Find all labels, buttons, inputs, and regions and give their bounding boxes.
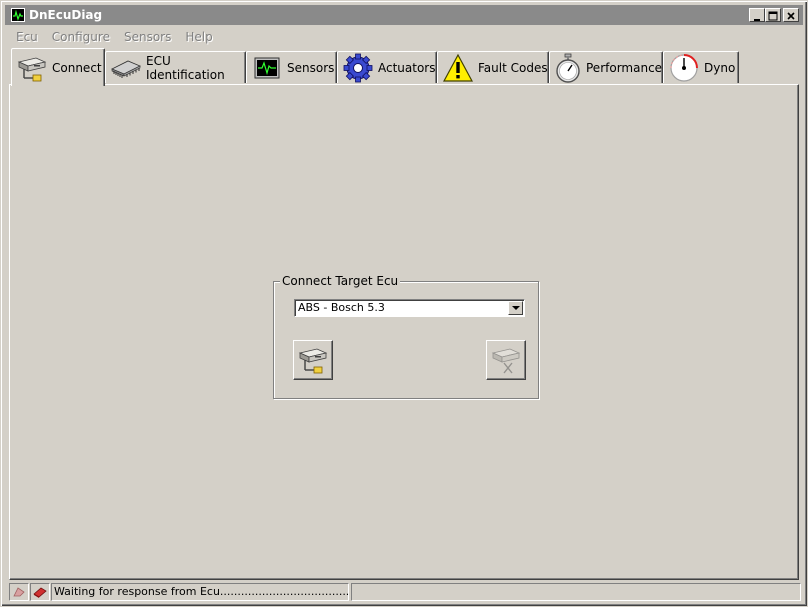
status-bar: Waiting for response from Ecu...........… xyxy=(9,583,801,601)
tab-actuators-label: Actuators xyxy=(378,60,436,75)
gear-icon xyxy=(342,53,374,83)
connect-button[interactable] xyxy=(293,340,333,380)
stopwatch-icon xyxy=(554,53,582,83)
maximize-button[interactable] xyxy=(765,8,781,22)
tab-fault-codes-label: Fault Codes xyxy=(478,60,548,75)
tab-connect[interactable]: Connect xyxy=(11,48,105,86)
ecu-select-value: ABS - Bosch 5.3 xyxy=(298,301,385,314)
status-link-icon xyxy=(9,583,29,601)
connect-drive-icon xyxy=(16,53,48,83)
menu-ecu[interactable]: Ecu xyxy=(9,30,45,44)
tab-dyno[interactable]: Dyno xyxy=(663,51,739,83)
chevron-down-icon xyxy=(511,305,520,310)
tab-bar: Connect ECU Identification Sensors Actua… xyxy=(9,48,799,86)
app-window: DnEcuDiag Ecu Configure Sensors Help Con… xyxy=(0,0,808,607)
tab-performance[interactable]: Performance xyxy=(549,51,663,83)
status-pane-secondary xyxy=(351,583,801,601)
warning-icon xyxy=(442,53,474,83)
ecu-select[interactable]: ABS - Bosch 5.3 xyxy=(294,299,525,317)
menu-sensors[interactable]: Sensors xyxy=(117,30,178,44)
minimize-button[interactable] xyxy=(749,8,765,22)
connect-drive-icon xyxy=(298,348,328,374)
close-button[interactable] xyxy=(783,8,799,22)
connect-target-ecu-group: Connect Target Ecu ABS - Bosch 5.3 xyxy=(273,274,539,399)
tab-performance-label: Performance xyxy=(586,60,663,75)
disconnect-button[interactable] xyxy=(486,340,526,380)
status-message: Waiting for response from Ecu...........… xyxy=(51,583,349,601)
tab-sensors[interactable]: Sensors xyxy=(246,51,337,83)
window-title: DnEcuDiag xyxy=(29,8,103,22)
gauge-icon xyxy=(668,53,700,83)
close-icon xyxy=(787,12,795,20)
status-eraser-icon xyxy=(30,583,50,601)
disconnect-drive-icon xyxy=(491,348,521,374)
title-bar[interactable]: DnEcuDiag xyxy=(5,5,803,25)
minimize-icon xyxy=(754,19,760,21)
chip-icon xyxy=(110,53,142,83)
tab-connect-label: Connect xyxy=(52,60,102,75)
tab-ecu-identification[interactable]: ECU Identification xyxy=(105,51,246,83)
tab-fault-codes[interactable]: Fault Codes xyxy=(437,51,549,83)
tab-sensors-label: Sensors xyxy=(287,60,335,75)
group-title: Connect Target Ecu xyxy=(280,274,401,288)
oscilloscope-icon xyxy=(251,53,283,83)
maximize-icon xyxy=(768,11,778,21)
dropdown-button[interactable] xyxy=(508,301,523,315)
menu-help[interactable]: Help xyxy=(178,30,219,44)
app-oscilloscope-icon xyxy=(11,8,25,22)
window-controls xyxy=(749,8,799,22)
tab-ecu-identification-label: ECU Identification xyxy=(146,53,225,82)
menu-bar: Ecu Configure Sensors Help xyxy=(9,28,220,46)
tab-dyno-label: Dyno xyxy=(704,60,736,75)
menu-configure[interactable]: Configure xyxy=(45,30,117,44)
tab-actuators[interactable]: Actuators xyxy=(337,51,437,83)
